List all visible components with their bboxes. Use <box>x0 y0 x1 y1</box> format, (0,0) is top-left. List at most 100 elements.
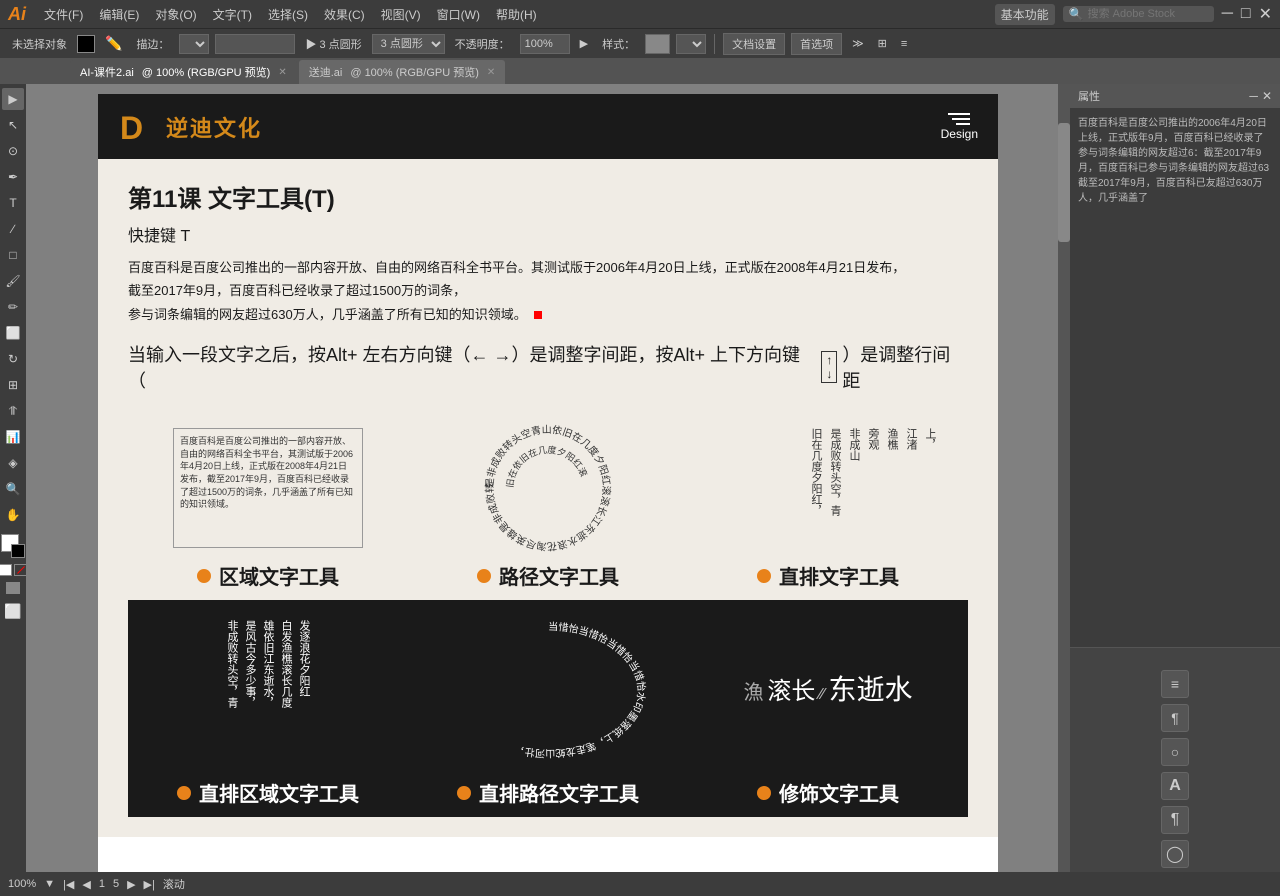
vertical-text-label: 直排文字工具 <box>757 561 899 590</box>
menu-extra-icon[interactable]: ≡ <box>897 36 911 52</box>
hand-tool[interactable]: ✋ <box>2 504 24 526</box>
warp-tool[interactable]: ⥣ <box>2 400 24 422</box>
doc-header: D 逆迪文化 Design <box>98 94 998 159</box>
menu-window[interactable]: 窗口(W) <box>431 4 486 25</box>
svg-text:当惜怡当惜怡当惜怡当惜怡水印墨落纸上，笔走龙蛇山河壮，: 当惜怡当惜怡当惜怡当惜怡水印墨落纸上，笔走龙蛇山河壮， <box>514 620 648 760</box>
vertical-scrollbar[interactable] <box>1058 84 1070 872</box>
select-tool[interactable]: ▶ <box>2 88 24 110</box>
logo-text: 逆迪文化 <box>166 111 262 143</box>
normal-view[interactable] <box>6 582 20 594</box>
maximize-button[interactable]: □ <box>1241 5 1251 23</box>
right-text-preview: 百度百科是百度公司推出的2006年4月20日上线，正式版年9月，百度百科已经收录… <box>1078 116 1272 206</box>
paragraph-icon[interactable]: ¶ <box>1161 704 1189 732</box>
line-tool[interactable]: ∕ <box>2 218 24 240</box>
right-panel: 属性 ─ ✕ 百度百科是百度公司推出的2006年4月20日上线，正式版年9月，百… <box>1070 84 1280 872</box>
eraser-tool[interactable]: ⬜ <box>2 322 24 344</box>
right-panel-text: 百度百科是百度公司推出的2006年4月20日上线，正式版年9月，百度百科已经收录… <box>1070 108 1280 647</box>
search-bar[interactable]: 🔍 <box>1063 6 1214 22</box>
zoom-tool[interactable]: 🔍 <box>2 478 24 500</box>
text-align-icon[interactable]: ≡ <box>1161 670 1189 698</box>
align-icon[interactable]: ⊞ <box>874 35 891 52</box>
lasso-tool[interactable]: ⊙ <box>2 140 24 162</box>
opacity-input[interactable] <box>520 34 570 54</box>
collapse-icon[interactable] <box>1169 652 1181 664</box>
stroke-dropdown[interactable] <box>179 34 209 54</box>
opacity-arrow: ▶ <box>576 35 592 52</box>
circle-icon[interactable]: ○ <box>1161 738 1189 766</box>
path-text-label: 路径文字工具 <box>477 561 619 590</box>
menu-view[interactable]: 视图(V) <box>375 4 427 25</box>
menu-text[interactable]: 文字(T) <box>207 4 258 25</box>
page-next[interactable]: ▶ <box>127 878 135 891</box>
right-panel-close[interactable]: ✕ <box>1262 89 1272 103</box>
preferences-button[interactable]: 首选项 <box>791 33 842 55</box>
pencil-tool[interactable]: ✏ <box>2 296 24 318</box>
stroke-color-box[interactable] <box>77 35 95 53</box>
stroke-label: 描边： <box>132 34 173 54</box>
menu-file[interactable]: 文件(F) <box>38 4 89 25</box>
tab-file1[interactable]: AI-课件2.ai @ 100% (RGB/GPU 预览) ✕ <box>70 60 297 84</box>
style-dropdown[interactable] <box>676 34 706 54</box>
paragraph2-icon[interactable]: ¶ <box>1161 806 1189 834</box>
tab1-close[interactable]: ✕ <box>278 67 286 78</box>
tab2-close[interactable]: ✕ <box>487 67 495 78</box>
gradient-tool[interactable]: ◈ <box>2 452 24 474</box>
hamburger-icon[interactable] <box>948 113 970 125</box>
paint-brush-tool[interactable]: 🖌 <box>2 270 24 292</box>
color-selector[interactable] <box>1 534 25 558</box>
graph-tool[interactable]: 📊 <box>2 426 24 448</box>
path-text-dot <box>477 569 491 583</box>
right-panel-minimize[interactable]: ─ <box>1249 89 1258 103</box>
page-next-end[interactable]: ▶| <box>144 878 155 891</box>
rotate-tool[interactable]: ↻ <box>2 348 24 370</box>
extra-options-icon[interactable]: ≫ <box>848 35 868 52</box>
page-current[interactable]: 1 <box>99 878 105 890</box>
menu-help[interactable]: 帮助(H) <box>490 4 543 25</box>
right-icon-row-1 <box>1169 652 1181 664</box>
page-prev-start[interactable]: |◀ <box>63 878 74 891</box>
alt-key-line: 当输入一段文字之后，按Alt+ 左右方向键（← →）是调整字间距，按Alt+ 上… <box>128 341 968 393</box>
search-input[interactable] <box>1088 8 1208 20</box>
svg-text:旧在依旧在几度夕阳红滚: 旧在依旧在几度夕阳红滚 <box>505 444 590 488</box>
menu-effect[interactable]: 效果(C) <box>318 4 371 25</box>
artboard-label: 滚动 <box>163 876 185 892</box>
menu-right: 基本功能 🔍 ─ □ ✕ <box>995 4 1272 25</box>
design-label: Design <box>941 127 978 141</box>
page-prev[interactable]: ◀ <box>82 878 90 891</box>
scrollbar-thumb[interactable] <box>1058 123 1070 241</box>
zoom-dropdown[interactable]: ▼ <box>44 878 55 890</box>
area-text-visual: 百度百科是百度公司推出的一部内容开放、自由的网络百科全书平台，其测试版于2006… <box>158 423 378 553</box>
scale-tool[interactable]: ⊞ <box>2 374 24 396</box>
zoom-level: 100% <box>8 878 36 890</box>
menu-object[interactable]: 对象(O) <box>149 4 202 25</box>
search-icon: 🔍 <box>1069 7 1084 21</box>
screen-mode[interactable]: ⬜ <box>2 600 24 622</box>
opacity-label: 不透明度： <box>451 34 514 54</box>
vertical-text-dot <box>757 569 771 583</box>
vertical-area-visual: 非成败转头空，青 是风古今多少事， 雄依旧江东逝水， 白发渔樵滚长几度 发逐浪花… <box>158 610 378 770</box>
direct-select-tool[interactable]: ↖ <box>2 114 24 136</box>
tools-bottom-grid: 非成败转头空，青 是风古今多少事， 雄依旧江东逝水， 白发渔樵滚长几度 发逐浪花… <box>128 600 968 817</box>
fill-white[interactable] <box>0 564 12 576</box>
menu-edit[interactable]: 编辑(E) <box>93 4 145 25</box>
tab1-name: AI-课件2.ai <box>80 64 134 80</box>
menu-select[interactable]: 选择(S) <box>262 4 314 25</box>
pen-tool[interactable]: ✒ <box>2 166 24 188</box>
vertical-area-text: 非成败转头空，青 是风古今多少事， 雄依旧江东逝水， 白发渔樵滚长几度 发逐浪花… <box>224 620 312 760</box>
type-tool[interactable]: T <box>2 192 24 214</box>
doc-settings-button[interactable]: 文档设置 <box>723 33 785 55</box>
point-dropdown[interactable]: 3 点圆形 <box>372 34 445 54</box>
circle2-icon[interactable]: ◯ <box>1161 840 1189 868</box>
minimize-button[interactable]: ─ <box>1222 5 1233 23</box>
path-text-svg: 是非成败转头空青山依旧在几度夕阳红滚滚长江东逝水浪花淘尽英雄是非成败转头空 旧在… <box>448 423 648 553</box>
tab-file2[interactable]: 送迪.ai @ 100% (RGB/GPU 预览) ✕ <box>299 60 506 84</box>
vertical-path-svg: 当惜怡当惜怡当惜怡当惜怡水印墨落纸上，笔走龙蛇山河壮， <box>448 620 648 760</box>
canvas-area[interactable]: D 逆迪文化 Design 第11课 文字工具(T) 快捷键 T <box>26 84 1070 872</box>
rect-tool[interactable]: □ <box>2 244 24 266</box>
style-swatch[interactable] <box>645 34 670 54</box>
vertical-area-dot <box>177 786 191 800</box>
feature-button[interactable]: 基本功能 <box>995 4 1055 25</box>
vertical-text-visual: 旧在几度夕阳红， 是成败转头空，青 非成山 旁观 渔樵 江渚 上， <box>718 423 938 553</box>
type-icon[interactable]: A <box>1161 772 1189 800</box>
close-button[interactable]: ✕ <box>1259 4 1272 24</box>
